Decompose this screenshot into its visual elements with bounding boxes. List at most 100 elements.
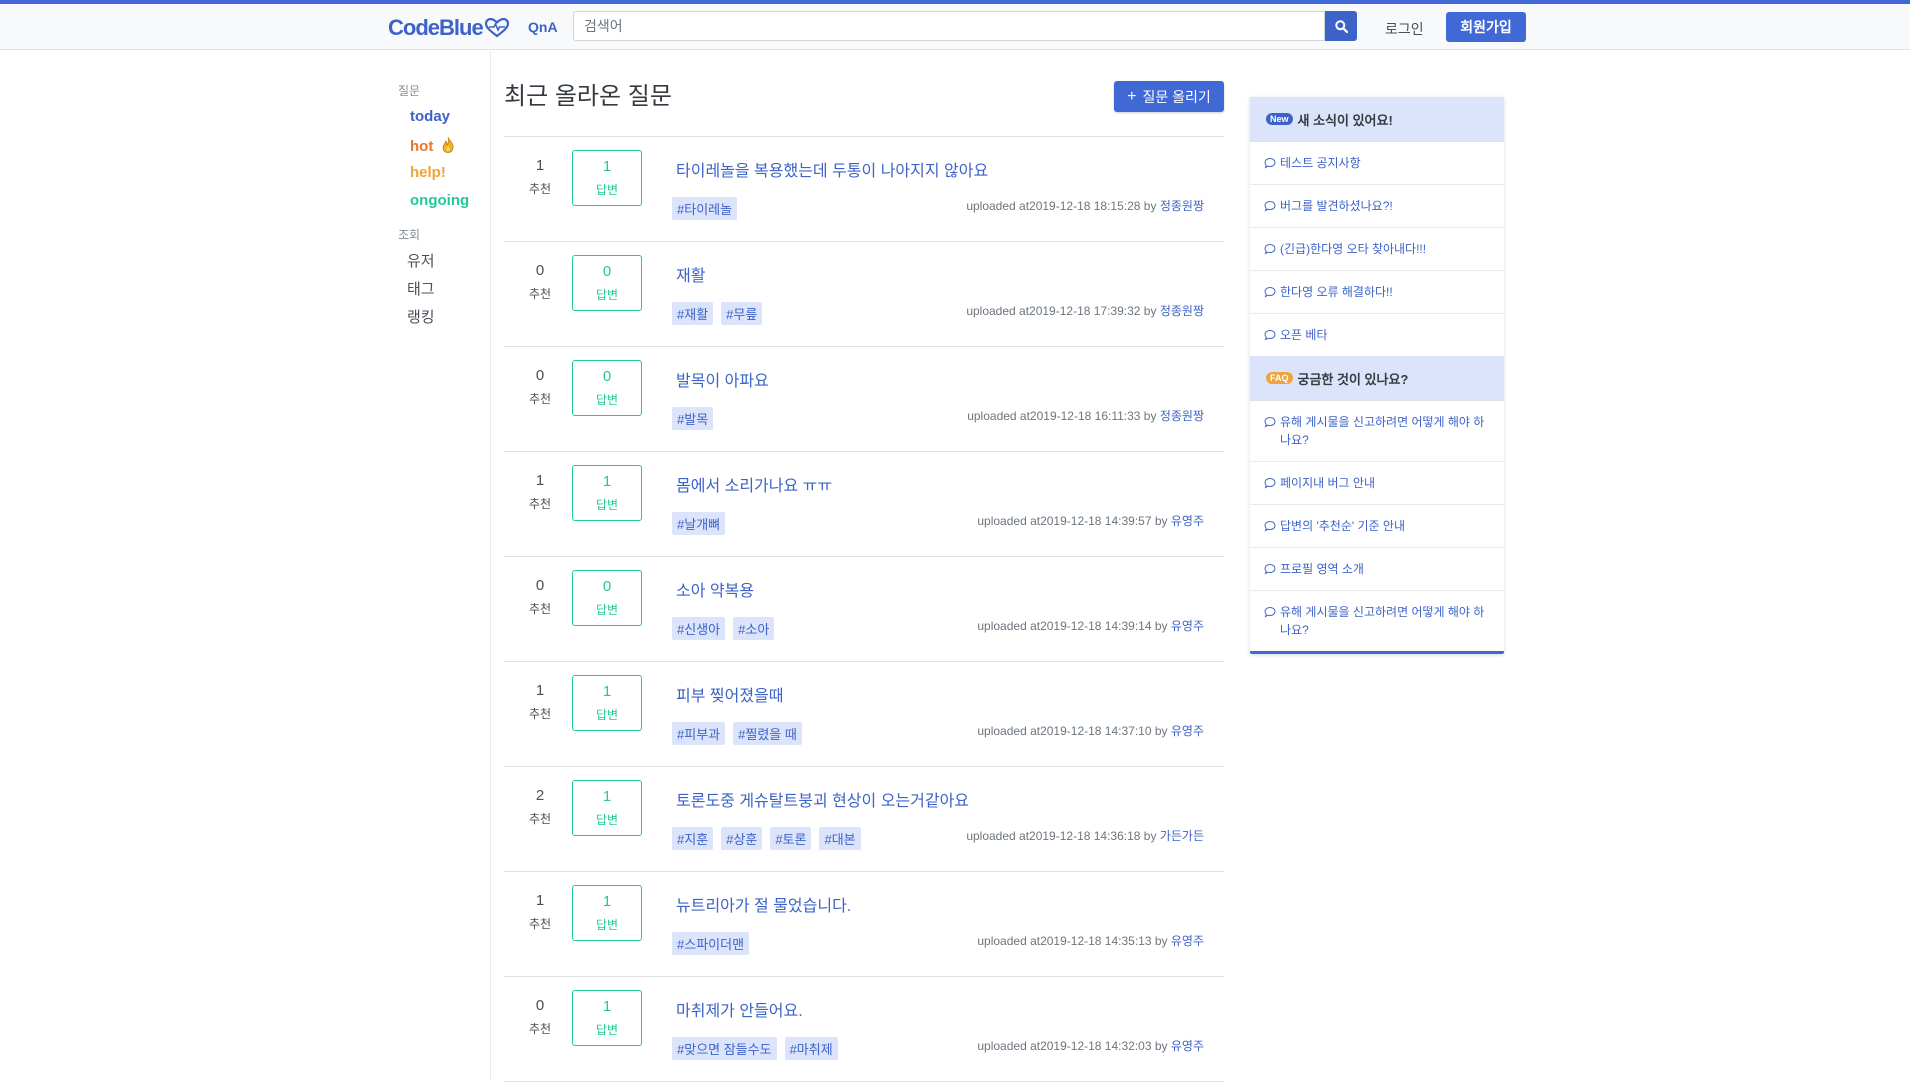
author-link[interactable]: 유영주 [1171, 1039, 1204, 1053]
notice-item[interactable]: 테스트 공지사항 [1250, 142, 1504, 185]
author-link[interactable]: 정종원짱 [1160, 304, 1204, 318]
notice-item[interactable]: (긴급)한다영 오타 찾아내다!!! [1250, 228, 1504, 271]
tag-chip[interactable]: #상훈 [721, 827, 763, 850]
author-link[interactable]: 가든가든 [1160, 829, 1204, 843]
notice-item-label: 테스트 공지사항 [1280, 156, 1361, 170]
tag-chip[interactable]: #맞으면 잠들수도 [672, 1037, 777, 1060]
faq-title: 궁금한 것이 있나요? [1297, 371, 1409, 387]
comment-icon [1264, 243, 1276, 255]
upload-timestamp: uploaded at2019-12-18 14:39:57 by [977, 514, 1168, 528]
signup-button[interactable]: 회원가입 [1446, 12, 1526, 42]
tag-chip[interactable]: #피부과 [672, 722, 726, 745]
question-tags: #발목 [672, 407, 714, 430]
notice-item[interactable]: 오픈 베타 [1250, 314, 1504, 356]
tag-chip[interactable]: #날개뼈 [672, 512, 726, 535]
tag-chip[interactable]: #찔렸을 때 [733, 722, 802, 745]
author-link[interactable]: 유영주 [1171, 619, 1204, 633]
tag-chip[interactable]: #토론 [770, 827, 812, 850]
search-button[interactable] [1325, 11, 1357, 41]
tag-chip[interactable]: #대본 [819, 827, 861, 850]
sidebar-item-today[interactable]: today [410, 108, 450, 125]
notice-item-label: 오픈 베타 [1280, 328, 1328, 342]
question-title-link[interactable]: 재활 [676, 262, 705, 286]
notice-item[interactable]: 유해 게시물을 신고하려면 어떻게 해야 하나요? [1250, 591, 1504, 651]
question-row: 0 추천 0 답변 소아 약복용 #신생아 #소아 uploaded at2019-12-18… [504, 557, 1224, 662]
vote-label: 추천 [528, 182, 552, 196]
answer-count: 1 [602, 893, 612, 910]
question-title-link[interactable]: 뉴트리아가 절 물었습니다. [676, 892, 851, 916]
search-input[interactable] [573, 11, 1325, 41]
author-link[interactable]: 유영주 [1171, 724, 1204, 738]
question-title-link[interactable]: 소아 약복용 [676, 577, 754, 601]
question-title-link[interactable]: 타이레놀을 복용했는데 두통이 나아지지 않아요 [676, 157, 988, 181]
question-title-link[interactable]: 발목이 아파요 [676, 367, 769, 391]
question-row: 1 추천 1 답변 타이레놀을 복용했는데 두통이 나아지지 않아요 #타이레놀 uploa… [504, 137, 1224, 242]
sidebar-item-help[interactable]: help! [410, 164, 446, 181]
tag-chip[interactable]: #스파이더맨 [672, 932, 750, 955]
sidebar-item-ranking[interactable]: 랭킹 [407, 306, 435, 327]
vote-count: 2 [535, 787, 545, 804]
notice-item[interactable]: 한다영 오류 해결하다!! [1250, 271, 1504, 314]
question-tags: #타이레놀 [672, 197, 738, 220]
faq-list: 유해 게시물을 신고하려면 어떻게 해야 하나요? 페이지내 버그 안내 답변의 '… [1250, 401, 1504, 651]
answer-count-box: 1 답변 [572, 990, 642, 1046]
notice-item[interactable]: 페이지내 버그 안내 [1250, 462, 1504, 505]
question-tags: #맞으면 잠들수도 #마취제 [672, 1037, 838, 1060]
answer-count: 0 [602, 368, 612, 385]
tag-chip[interactable]: #지훈 [672, 827, 714, 850]
nav-qna-link[interactable]: QnA [528, 19, 558, 35]
answer-label: 답변 [595, 183, 619, 197]
tag-chip[interactable]: #마취제 [784, 1037, 838, 1060]
notice-item[interactable]: 유해 게시물을 신고하려면 어떻게 해야 하나요? [1250, 401, 1504, 462]
tag-chip[interactable]: #타이레놀 [672, 197, 738, 220]
news-header: New 새 소식이 있어요! [1250, 97, 1504, 142]
answer-label: 답변 [595, 393, 619, 407]
notice-item[interactable]: 프로필 영역 소개 [1250, 548, 1504, 591]
vote-count-box: 0 추천 [522, 997, 558, 1037]
vote-count-box: 0 추천 [522, 367, 558, 407]
author-link[interactable]: 정종원짱 [1160, 409, 1204, 423]
sidebar-item-tags[interactable]: 태그 [407, 278, 435, 299]
vote-count: 0 [535, 367, 545, 384]
answer-count-box: 1 답변 [572, 150, 642, 206]
vote-count-box: 1 추천 [522, 472, 558, 512]
upload-timestamp: uploaded at2019-12-18 14:32:03 by [977, 1039, 1168, 1053]
logo-text: CodeBlue [388, 15, 484, 40]
question-title-link[interactable]: 마취제가 안들어요. [676, 997, 803, 1021]
question-title-link[interactable]: 몸에서 소리가나요 ㅠㅠ [676, 472, 832, 496]
login-link[interactable]: 로그인 [1385, 19, 1424, 39]
notice-item[interactable]: 버그를 발견하셨나요?! [1250, 185, 1504, 228]
question-tags: #신생아 #소아 [672, 617, 775, 640]
vote-count: 0 [535, 577, 545, 594]
tag-chip[interactable]: #발목 [672, 407, 714, 430]
comment-icon [1264, 416, 1276, 428]
answer-label: 답변 [595, 708, 619, 722]
sidebar-item-ongoing[interactable]: ongoing [410, 192, 469, 209]
answer-count: 1 [602, 473, 612, 490]
question-tags: #지훈 #상훈 #토론 #대본 [672, 827, 861, 850]
logo[interactable]: CodeBlue [388, 14, 509, 42]
ask-question-label: 질문 올리기 [1142, 88, 1211, 105]
author-link[interactable]: 유영주 [1171, 934, 1204, 948]
sidebar-item-users[interactable]: 유저 [407, 250, 435, 271]
question-title-link[interactable]: 피부 찢어졌을때 [676, 682, 784, 706]
question-list: 1 추천 1 답변 타이레놀을 복용했는데 두통이 나아지지 않아요 #타이레놀 uploa… [504, 136, 1224, 1082]
notice-item[interactable]: 답변의 '추천순' 기준 안내 [1250, 505, 1504, 548]
answer-count-box: 0 답변 [572, 360, 642, 416]
tag-chip[interactable]: #소아 [733, 617, 775, 640]
sidebar-item-hot[interactable]: hot [410, 136, 455, 155]
tag-chip[interactable]: #재활 [672, 302, 714, 325]
notice-item-label: 버그를 발견하셨나요?! [1280, 199, 1393, 213]
author-link[interactable]: 정종원짱 [1160, 199, 1204, 213]
notice-panel: New 새 소식이 있어요! 테스트 공지사항버그를 발견하셨나요?! (긴급)한… [1250, 97, 1504, 654]
author-link[interactable]: 유영주 [1171, 514, 1204, 528]
ask-question-button[interactable]: + 질문 올리기 [1114, 81, 1224, 112]
tag-chip[interactable]: #신생아 [672, 617, 726, 640]
question-title-link[interactable]: 토론도중 게슈탈트붕괴 현상이 오는거같아요 [676, 787, 969, 811]
notice-item-label: 유해 게시물을 신고하려면 어떻게 해야 하나요? [1280, 415, 1485, 447]
question-meta: uploaded at2019-12-18 17:39:32 by 정종원짱 [966, 302, 1204, 319]
tag-chip[interactable]: #무릎 [721, 302, 763, 325]
vote-count-box: 1 추천 [522, 682, 558, 722]
comment-icon [1264, 329, 1276, 341]
sidebar-item-hot-label: hot [410, 138, 434, 155]
